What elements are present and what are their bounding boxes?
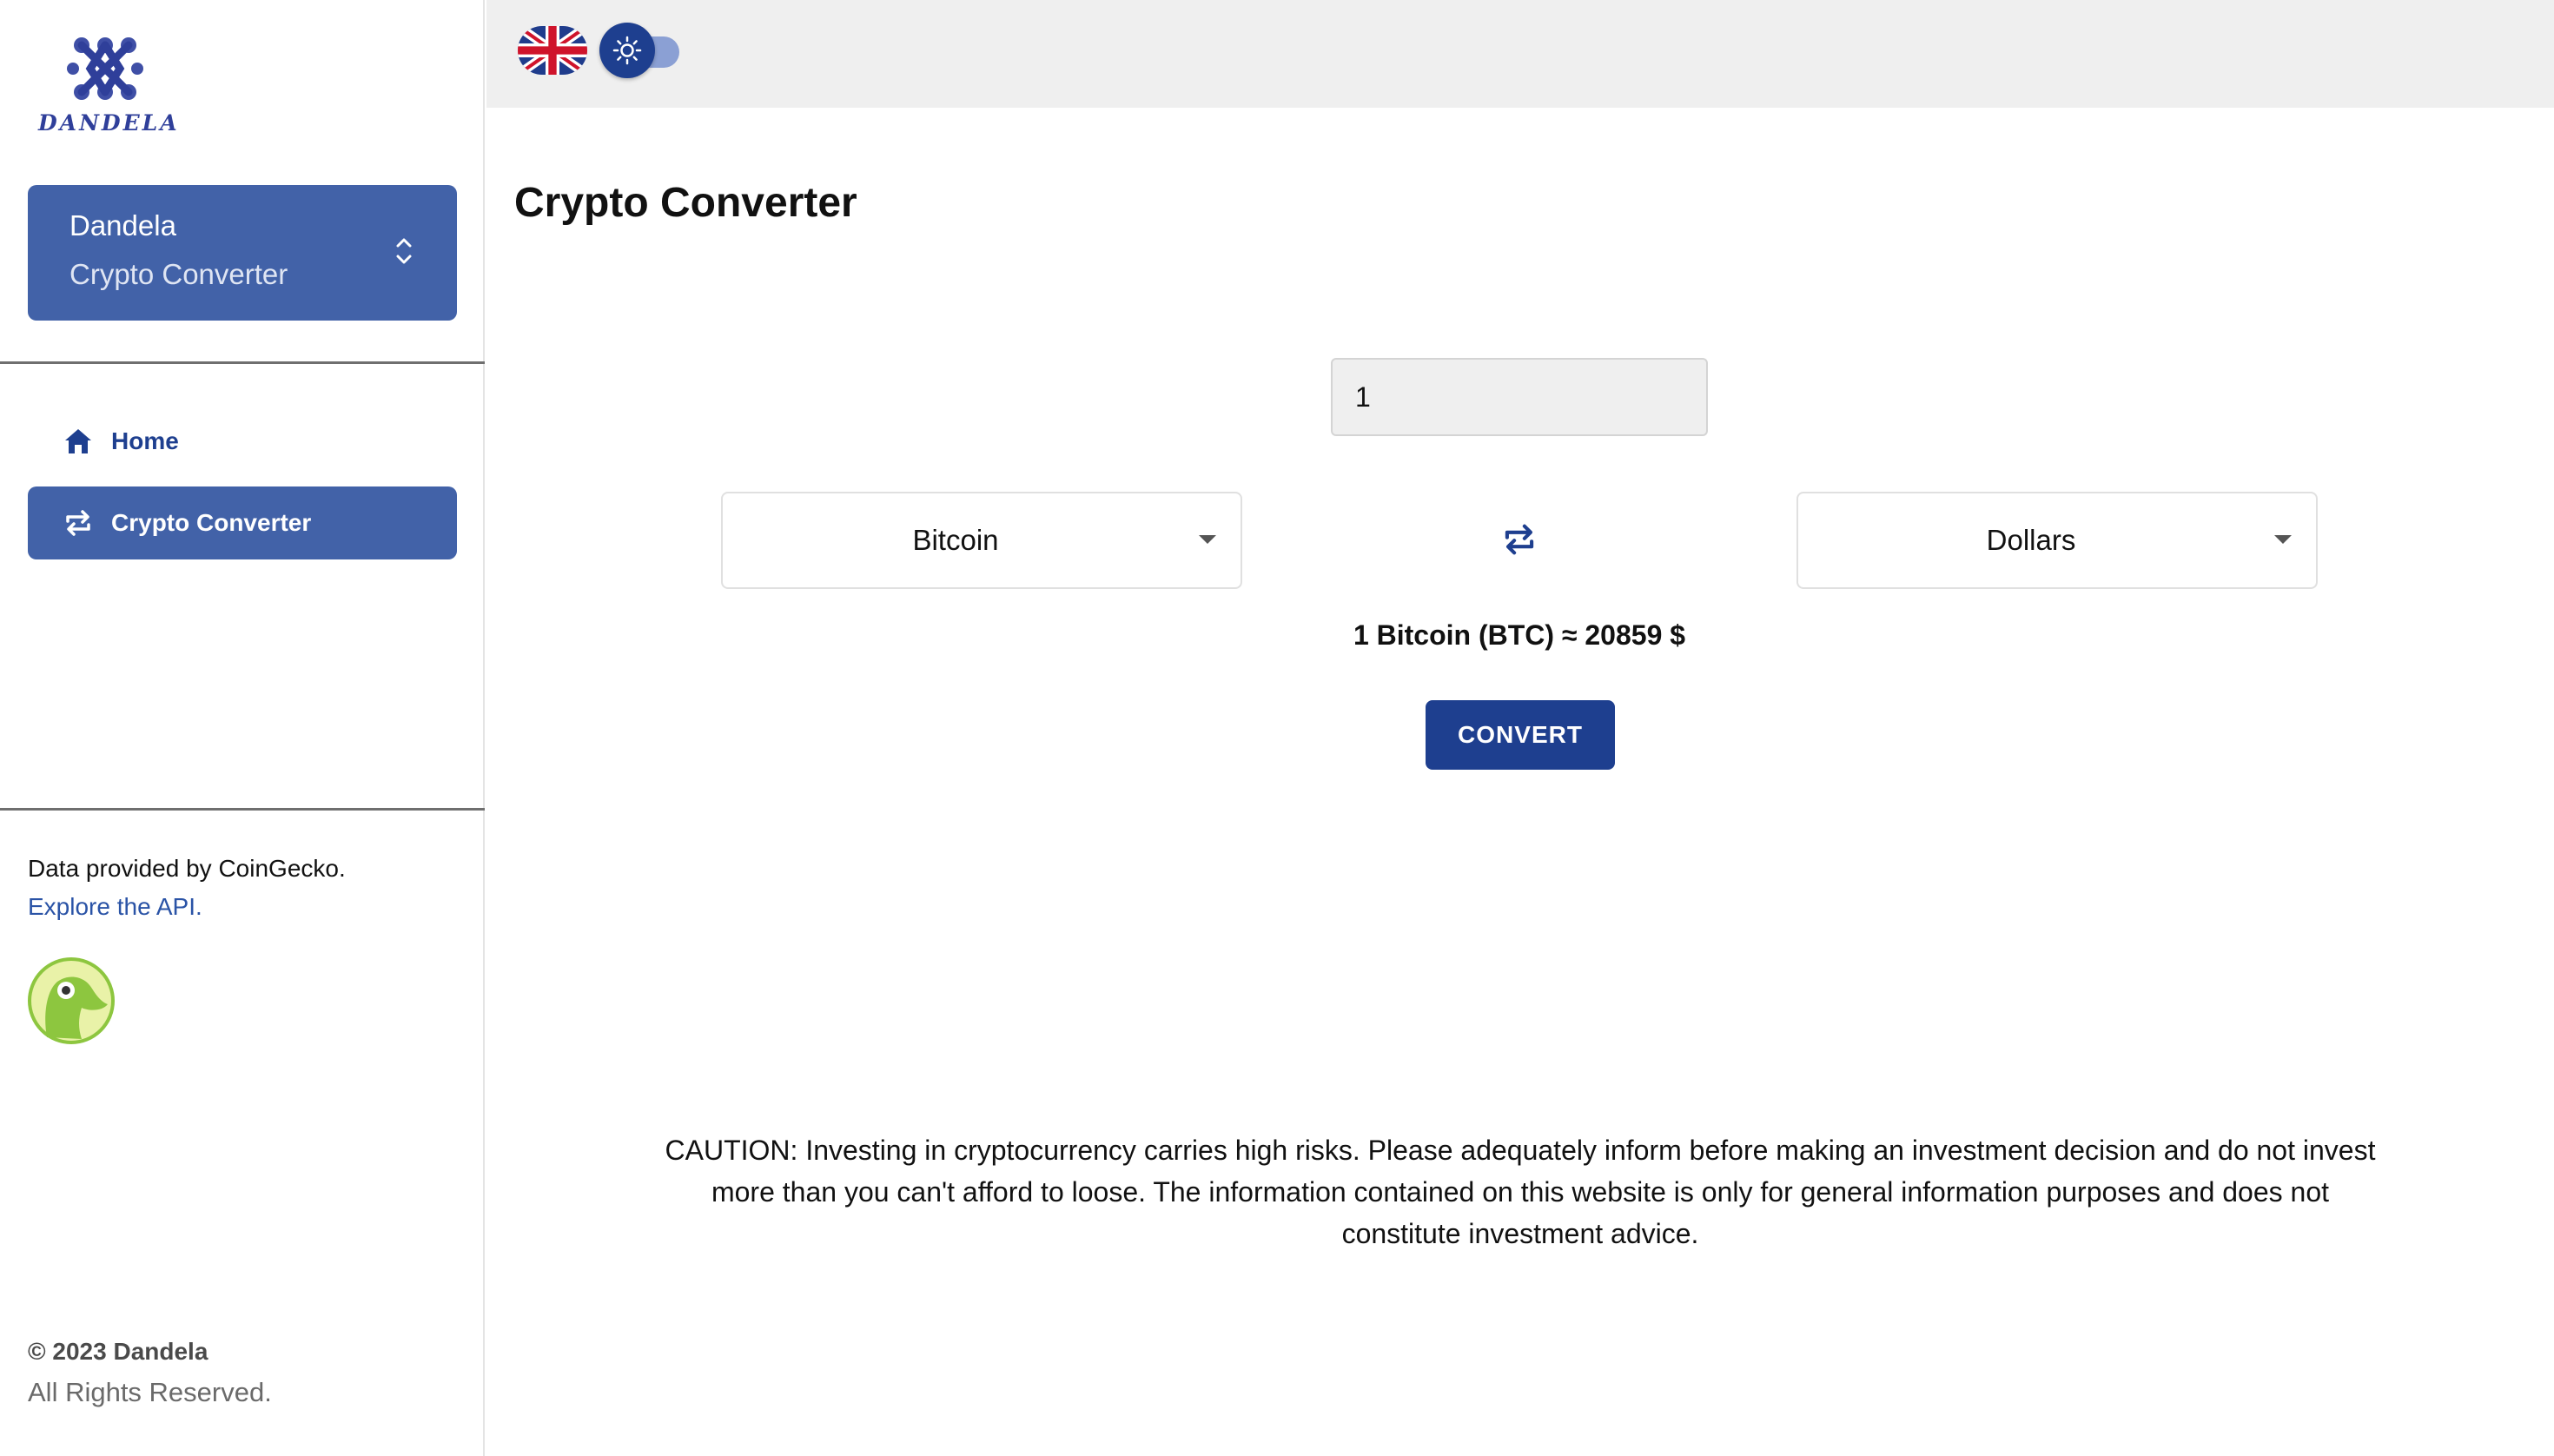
caution-disclaimer: CAUTION: Investing in cryptocurrency car… xyxy=(665,1135,2376,1249)
dropdown-arrow-icon xyxy=(2274,535,2292,544)
logo-mark-icon xyxy=(67,37,143,100)
rights-text: All Rights Reserved. xyxy=(28,1377,272,1407)
dropdown-arrow-icon xyxy=(1199,535,1216,544)
explore-api-link[interactable]: Explore the API. xyxy=(28,893,202,921)
conversion-rate: 1 Bitcoin (BTC) ≈ 20859 $ xyxy=(1353,619,1686,651)
swap-icon xyxy=(63,507,94,539)
sidebar-divider xyxy=(0,361,485,364)
sun-icon xyxy=(599,23,655,78)
sidebar-item-label: Home xyxy=(111,427,179,454)
sidebar-divider xyxy=(0,808,485,811)
page-title: Crypto Converter xyxy=(514,180,857,226)
sidebar-item-home[interactable]: Home xyxy=(28,405,457,478)
app-switcher[interactable]: Dandela Crypto Converter xyxy=(28,185,457,321)
swap-currencies-button[interactable] xyxy=(1499,520,1539,559)
coingecko-logo[interactable] xyxy=(28,957,115,1044)
home-icon xyxy=(63,426,94,457)
copyright-text: © 2023 Dandela xyxy=(28,1338,208,1365)
swap-icon xyxy=(1505,524,1534,555)
amount-input[interactable] xyxy=(1331,358,1708,436)
from-currency-select[interactable]: Bitcoin xyxy=(721,492,1242,589)
data-credit: Data provided by CoinGecko. xyxy=(28,855,346,882)
topbar xyxy=(486,0,2554,108)
uk-flag-icon[interactable] xyxy=(518,26,587,75)
convert-button[interactable]: CONVERT xyxy=(1426,700,1615,770)
sidebar-item-label: Crypto Converter xyxy=(111,509,312,536)
theme-toggle[interactable] xyxy=(599,23,686,78)
dandela-logo[interactable]: DANDELA xyxy=(38,30,180,136)
to-currency-select[interactable]: Dollars xyxy=(1796,492,2318,589)
coingecko-icon xyxy=(28,957,115,1044)
sidebar: DANDELA Dandela Crypto Converter Home Cr… xyxy=(0,0,485,1456)
app-switcher-title: Dandela xyxy=(69,209,176,242)
chevron-up-down-icon xyxy=(396,238,412,264)
to-currency-value: Dollars xyxy=(1986,524,2076,556)
from-currency-value: Bitcoin xyxy=(912,524,999,556)
logo-wordmark: DANDELA xyxy=(38,110,180,136)
sidebar-item-crypto-converter[interactable]: Crypto Converter xyxy=(28,486,457,559)
app-switcher-subtitle: Crypto Converter xyxy=(69,258,288,290)
